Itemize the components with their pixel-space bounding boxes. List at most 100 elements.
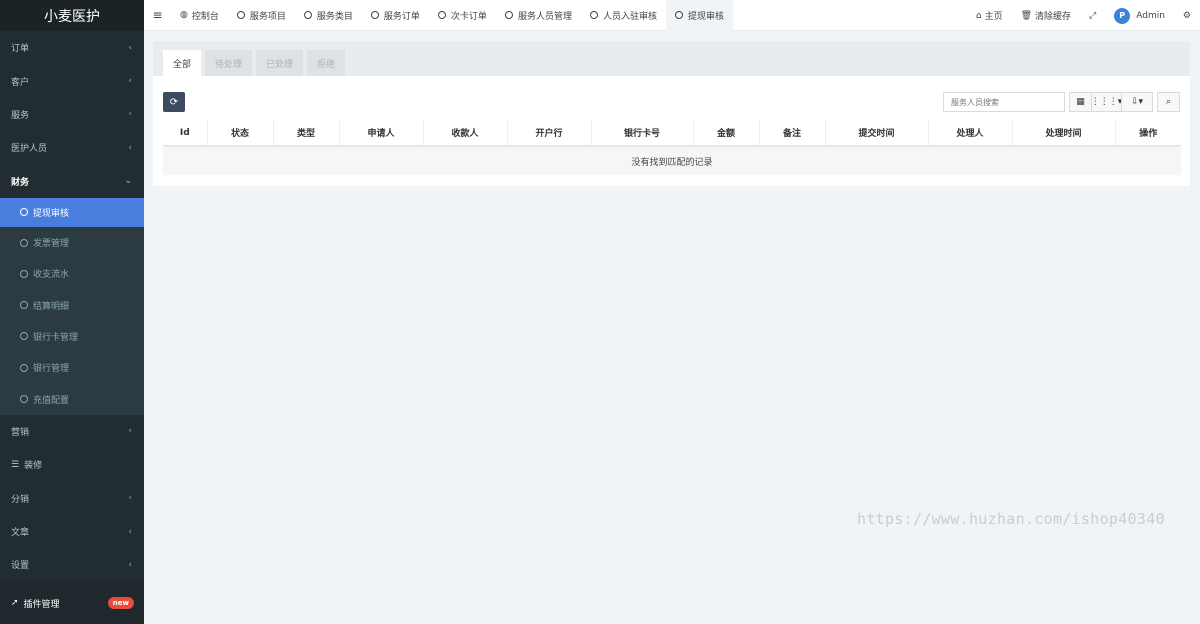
tab-staff-onboarding-review[interactable]: 人员入驻审核 [581, 0, 666, 31]
dashboard-icon: ◍ [180, 10, 188, 20]
circle-icon [20, 332, 28, 341]
search-input[interactable] [943, 92, 1065, 112]
topbar-right: ⌂ 主页 🗑 清除缓存 ⤢ P Admin ⚙ [967, 0, 1200, 31]
sidebar-item-distribution[interactable]: 分销 ‹ [0, 482, 144, 515]
table-row: 没有找到匹配的记录 [163, 146, 1181, 175]
column-header[interactable]: 申请人 [338, 120, 423, 147]
clear-cache-button[interactable]: 🗑 清除缓存 [1012, 9, 1080, 23]
sidebar-item-medical-staff[interactable]: 医护人员 ‹ [0, 131, 144, 164]
status-tab-pending[interactable]: 待处理 [205, 50, 253, 76]
circle-icon [674, 11, 683, 19]
menu-toggle-icon[interactable]: ≡ [144, 8, 171, 22]
sidebar-item-label: 装修 [24, 461, 43, 472]
sub-item-label: 充值配置 [33, 395, 70, 406]
circle-icon [589, 11, 598, 19]
sidebar-sub-invoice[interactable]: 发票管理 [0, 227, 144, 258]
circle-icon [20, 208, 28, 217]
home-link[interactable]: ⌂ 主页 [967, 9, 1012, 23]
sidebar-item-label: 设置 [11, 561, 30, 572]
sidebar-item-plugins[interactable]: ➚ 插件管理 new [0, 582, 144, 624]
sidebar-item-label: 分销 [11, 494, 30, 505]
home-icon: ⌂ [975, 10, 982, 21]
sidebar-item-orders[interactable]: 订单 ‹ [0, 31, 144, 64]
column-header[interactable]: 银行卡号 [590, 120, 693, 147]
tab-label: 服务类目 [316, 11, 353, 22]
circle-icon [20, 269, 28, 278]
user-menu[interactable]: P Admin [1105, 7, 1174, 24]
sidebar-sub-settlement[interactable]: 结算明细 [0, 290, 144, 321]
status-tab-all[interactable]: 全部 [163, 50, 202, 76]
search-button[interactable]: ⌕ [1157, 92, 1180, 112]
fullscreen-icon[interactable]: ⤢ [1080, 11, 1105, 21]
chevron-left-icon: ‹ [128, 109, 132, 120]
tab-label: 服务项目 [249, 11, 286, 22]
status-tab-rejected[interactable]: 拒绝 [307, 50, 346, 76]
chevron-left-icon: ‹ [128, 426, 132, 437]
column-header[interactable]: 提交时间 [824, 120, 928, 147]
refresh-button[interactable]: ⟳ [163, 92, 185, 112]
top-navbar: ≡ ◍ 控制台 服务项目 服务类目 服务订单 次卡订单 服务人员管理 人员入驻审核… [144, 0, 1200, 31]
content-panel: 全部 待处理 已处理 拒绝 ⟳ ▦ ⋮⋮⋮▾ ⇩▾ ⌕ Id 状态 类型 申请人… [153, 41, 1190, 186]
tab-label: 次卡订单 [450, 11, 487, 22]
sidebar-item-finance[interactable]: 财务 ⌄ [0, 165, 144, 198]
column-header[interactable]: 操作 [1114, 120, 1181, 147]
column-header[interactable]: 类型 [272, 120, 339, 147]
column-header[interactable]: 状态 [206, 120, 273, 147]
circle-icon [504, 11, 513, 19]
avatar: P [1114, 7, 1131, 24]
home-label: 主页 [984, 12, 1003, 22]
tab-dashboard[interactable]: ◍ 控制台 [171, 0, 228, 31]
chevron-down-icon: ⌄ [124, 176, 132, 187]
export-button[interactable]: ⇩▾ [1121, 92, 1153, 112]
tab-service-categories[interactable]: 服务类目 [295, 0, 362, 31]
chevron-left-icon: ‹ [128, 76, 132, 87]
tab-withdraw-review[interactable]: 提现审核 [665, 0, 733, 31]
sidebar-item-label: 订单 [11, 44, 30, 55]
column-header[interactable]: 处理人 [927, 120, 1012, 147]
sidebar-item-label: 文章 [11, 528, 30, 539]
circle-icon [370, 11, 379, 19]
circle-icon [20, 395, 28, 404]
sidebar-sub-bankcard[interactable]: 银行卡管理 [0, 321, 144, 352]
circle-icon [437, 11, 446, 19]
brand-logo[interactable]: 小麦医护 [0, 0, 144, 31]
sidebar-sub-recharge[interactable]: 充值配置 [0, 383, 144, 414]
new-badge: new [107, 597, 134, 609]
column-header[interactable]: 收款人 [422, 120, 507, 147]
trash-icon: 🗑 [1020, 10, 1033, 21]
sidebar-item-articles[interactable]: 文章 ‹ [0, 515, 144, 548]
column-header[interactable]: Id [163, 120, 207, 147]
sidebar-item-marketing[interactable]: 营销 ‹ [0, 415, 144, 448]
sidebar-item-label: 营销 [11, 427, 30, 438]
sidebar-item-services[interactable]: 服务 ‹ [0, 98, 144, 131]
column-header[interactable]: 金额 [692, 120, 759, 147]
column-header[interactable]: 处理时间 [1011, 120, 1115, 147]
sub-item-label: 发票管理 [33, 239, 70, 250]
finance-submenu: 提现审核 发票管理 收支流水 结算明细 银行卡管理 银行管理 充值配置 [0, 197, 144, 415]
tab-service-orders[interactable]: 服务订单 [362, 0, 429, 31]
sidebar-item-decoration[interactable]: ☰ 装修 [0, 448, 144, 481]
sub-item-label: 银行卡管理 [33, 332, 79, 343]
chevron-left-icon: ‹ [128, 42, 132, 53]
status-tab-processed[interactable]: 已处理 [256, 50, 304, 76]
settings-gear-icon[interactable]: ⚙ [1174, 11, 1200, 21]
sidebar-item-customers[interactable]: 客户 ‹ [0, 64, 144, 97]
toggle-view-button[interactable]: ▦ [1069, 92, 1091, 112]
tab-label: 服务人员管理 [517, 11, 572, 22]
circle-icon [236, 11, 245, 19]
columns-button[interactable]: ⋮⋮⋮▾ [1091, 92, 1122, 112]
empty-message: 没有找到匹配的记录 [163, 146, 1181, 175]
column-header[interactable]: 备注 [758, 120, 825, 147]
chevron-left-icon: ‹ [128, 559, 132, 570]
sidebar-sub-withdraw-review[interactable]: 提现审核 [0, 197, 144, 227]
sub-item-label: 提现审核 [33, 208, 70, 219]
sidebar-item-settings[interactable]: 设置 ‹ [0, 548, 144, 581]
tab-service-items[interactable]: 服务项目 [228, 0, 295, 31]
sidebar-sub-cashflow[interactable]: 收支流水 [0, 258, 144, 289]
sidebar-item-label: 服务 [11, 110, 30, 121]
tab-card-orders[interactable]: 次卡订单 [429, 0, 496, 31]
sidebar-sub-bank[interactable]: 银行管理 [0, 352, 144, 383]
sidebar: 小麦医护 订单 ‹ 客户 ‹ 服务 ‹ 医护人员 ‹ 财务 ⌄ 提现审核 发票管… [0, 0, 144, 624]
column-header[interactable]: 开户行 [506, 120, 591, 147]
tab-staff-management[interactable]: 服务人员管理 [496, 0, 581, 31]
